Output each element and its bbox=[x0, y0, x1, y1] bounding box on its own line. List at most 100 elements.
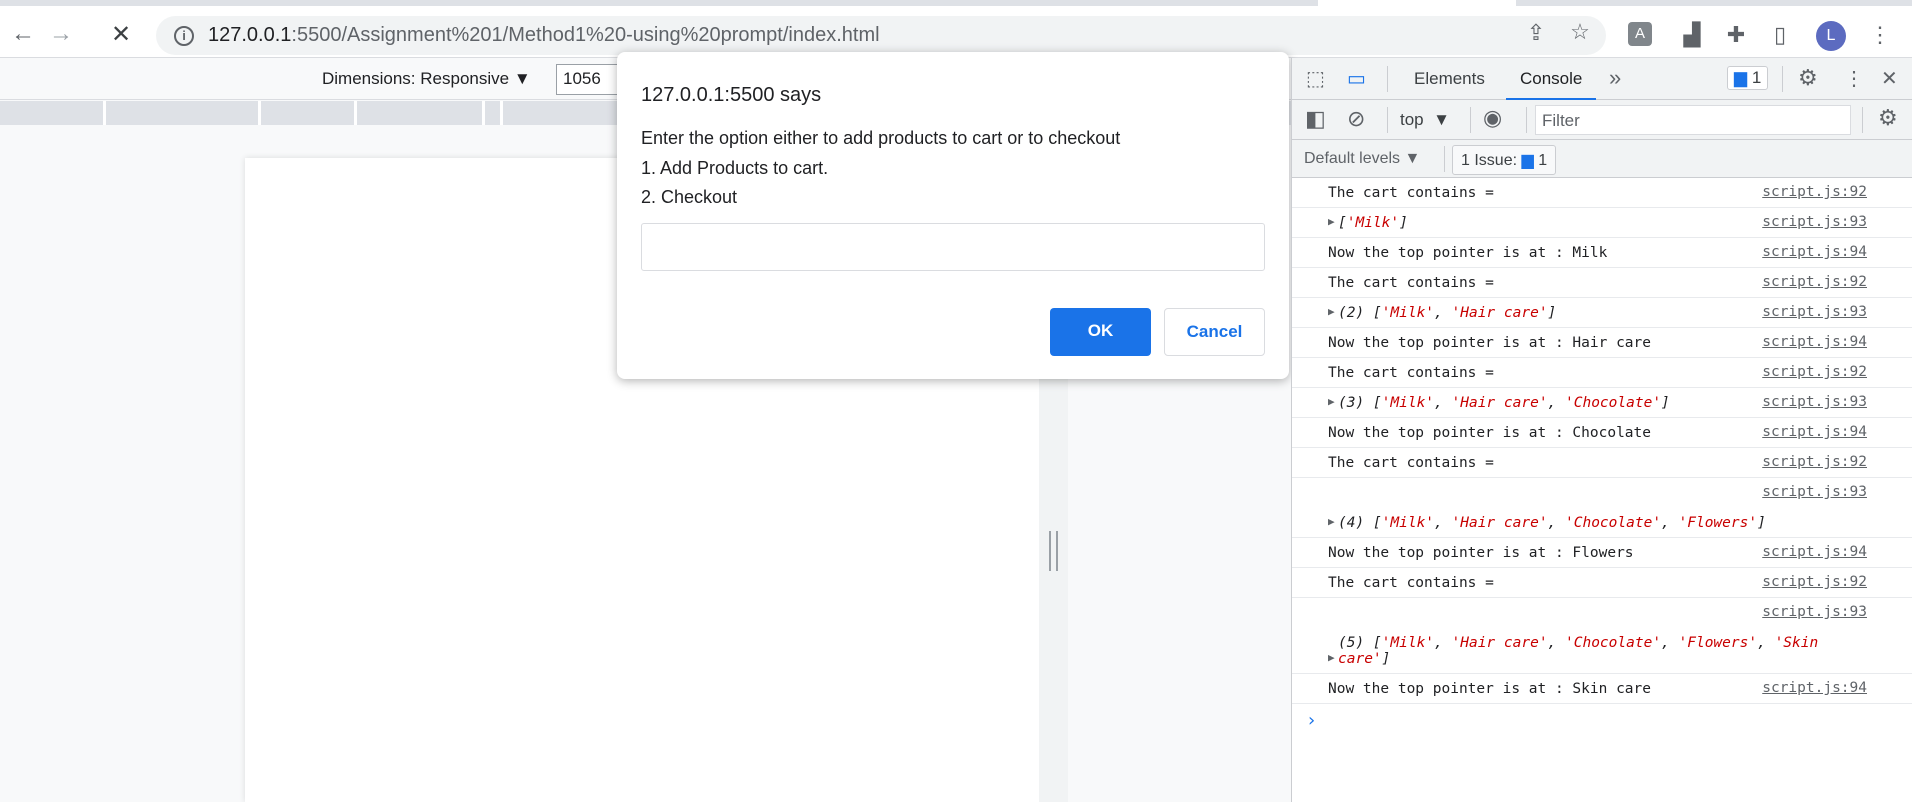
console-message-text: The cart contains = bbox=[1328, 455, 1494, 471]
browser-toolbar: ← → ✕ i 127.0.0.1:5500/Assignment%201/Me… bbox=[0, 6, 1912, 58]
close-devtools-icon[interactable]: ✕ bbox=[1881, 66, 1898, 91]
console-prompt[interactable]: › bbox=[1292, 704, 1912, 737]
context-label: top bbox=[1400, 110, 1424, 129]
dimensions-dropdown[interactable]: Dimensions: Responsive ▼ bbox=[322, 69, 531, 89]
url-host: 127.0.0.1 bbox=[208, 24, 292, 46]
expand-triangle-icon[interactable]: ▶ bbox=[1328, 395, 1335, 408]
prompt-input[interactable] bbox=[641, 223, 1265, 271]
more-tabs-icon[interactable]: » bbox=[1609, 65, 1621, 91]
site-info-icon[interactable]: i bbox=[174, 25, 194, 46]
source-link[interactable]: script.js:94 bbox=[1762, 680, 1867, 696]
resize-handle[interactable] bbox=[1049, 531, 1058, 571]
console-message: The cart contains = script.js:92 bbox=[1292, 448, 1912, 478]
clear-console-icon[interactable]: ⊘ bbox=[1347, 106, 1365, 132]
console-settings-icon[interactable]: ⚙ bbox=[1878, 105, 1898, 131]
console-message: ▶ ['Milk'] script.js:93 bbox=[1292, 208, 1912, 238]
array-item: 'Milk' bbox=[1381, 305, 1435, 321]
devtools-panel: ⬚ ▭ Elements Console » ▆ 1 ⚙ ⋮ ✕ ◧ ⊘ top… bbox=[1291, 58, 1912, 802]
console-message-text: The cart contains = bbox=[1328, 575, 1494, 591]
stop-loading-icon[interactable]: ✕ bbox=[106, 20, 136, 49]
array-length: (4) bbox=[1338, 515, 1373, 531]
source-link[interactable]: script.js:93 bbox=[1762, 214, 1867, 230]
source-link[interactable]: script.js:93 bbox=[1762, 394, 1867, 410]
back-icon[interactable]: ← bbox=[8, 20, 38, 48]
array-item: 'Flowers' bbox=[1678, 635, 1758, 651]
console-toolbar: ◧ ⊘ top ▼ ◉ Filter ⚙ bbox=[1292, 100, 1912, 140]
console-message-text: The cart contains = bbox=[1328, 185, 1494, 201]
source-link[interactable]: script.js:94 bbox=[1762, 424, 1867, 440]
source-link[interactable]: script.js:92 bbox=[1762, 274, 1867, 290]
dialog-message-line: 2. Checkout bbox=[641, 187, 738, 207]
expand-triangle-icon[interactable]: ▶ bbox=[1328, 305, 1335, 318]
source-link[interactable]: script.js:93 bbox=[1762, 304, 1867, 320]
issues-count: 1 bbox=[1538, 152, 1548, 169]
live-expression-eye-icon[interactable]: ◉ bbox=[1483, 105, 1502, 131]
inspect-element-icon[interactable]: ⬚ bbox=[1306, 66, 1325, 91]
console-message: Now the top pointer is at : Flowers scrip… bbox=[1292, 538, 1912, 568]
sidebar-toggle-icon[interactable]: ◧ bbox=[1305, 106, 1326, 132]
source-link[interactable]: script.js:92 bbox=[1762, 364, 1867, 380]
expand-triangle-icon[interactable]: ▶ bbox=[1328, 515, 1335, 528]
filter-input[interactable]: Filter bbox=[1535, 105, 1851, 135]
array-item: 'Chocolate' bbox=[1565, 395, 1662, 411]
cancel-button[interactable]: Cancel bbox=[1164, 308, 1265, 356]
source-link[interactable]: script.js:94 bbox=[1762, 244, 1867, 260]
share-icon[interactable]: ⇪ bbox=[1522, 20, 1550, 46]
console-message: The cart contains = script.js:92 bbox=[1292, 268, 1912, 298]
console-message: Now the top pointer is at : Skin care scr… bbox=[1292, 674, 1912, 704]
browser-menu-icon[interactable]: ⋮ bbox=[1866, 22, 1894, 48]
console-message: Now the top pointer is at : Hair care scr… bbox=[1292, 328, 1912, 358]
width-input[interactable]: 1056 bbox=[556, 64, 626, 95]
console-array[interactable]: (5) ['Milk', 'Hair care', 'Chocolate', '… bbox=[1338, 635, 1858, 667]
profile-avatar[interactable]: L bbox=[1816, 21, 1846, 51]
expand-triangle-icon[interactable]: ▶ bbox=[1328, 651, 1335, 664]
console-message: Now the top pointer is at : Chocolate scr… bbox=[1292, 418, 1912, 448]
dialog-message-line: Enter the option either to add products … bbox=[641, 128, 1121, 148]
array-item: 'Chocolate' bbox=[1565, 515, 1662, 531]
array-length: (2) bbox=[1338, 305, 1373, 321]
array-item: 'Milk' bbox=[1346, 215, 1400, 231]
device-toggle-icon[interactable]: ▭ bbox=[1347, 66, 1366, 91]
devtools-tabbar: ⬚ ▭ Elements Console » ▆ 1 ⚙ ⋮ ✕ bbox=[1292, 58, 1912, 101]
bookmark-star-icon[interactable]: ☆ bbox=[1566, 19, 1594, 45]
extensions-puzzle-icon[interactable]: ✚ bbox=[1722, 22, 1750, 48]
source-link[interactable]: script.js:94 bbox=[1762, 544, 1867, 560]
forward-icon[interactable]: → bbox=[46, 20, 76, 48]
dialog-title: 127.0.0.1:5500 says bbox=[641, 84, 822, 106]
analytics-extension-icon[interactable]: ▟ bbox=[1678, 22, 1706, 48]
console-message: The cart contains = script.js:92 bbox=[1292, 358, 1912, 388]
array-item: 'Hair care' bbox=[1451, 395, 1548, 411]
array-item: 'Hair care' bbox=[1451, 515, 1548, 531]
array-item: 'Milk' bbox=[1381, 395, 1435, 411]
context-selector[interactable]: top ▼ bbox=[1400, 110, 1450, 130]
source-link[interactable]: script.js:94 bbox=[1762, 334, 1867, 350]
messages-badge[interactable]: ▆ 1 bbox=[1727, 66, 1769, 90]
console-message-text: The cart contains = bbox=[1328, 365, 1494, 381]
address-bar[interactable]: i 127.0.0.1:5500/Assignment%201/Method1%… bbox=[156, 16, 1606, 55]
console-message: Now the top pointer is at : Milk script.j… bbox=[1292, 238, 1912, 268]
console-message-text: Now the top pointer is at : Skin care bbox=[1328, 681, 1652, 697]
side-panel-icon[interactable]: ▯ bbox=[1766, 22, 1794, 48]
source-link[interactable]: script.js:93 bbox=[1762, 484, 1867, 500]
log-levels-dropdown[interactable]: Default levels ▼ bbox=[1304, 150, 1420, 168]
issues-button[interactable]: 1 Issue: ▆ 1 bbox=[1452, 145, 1557, 175]
message-icon: ▆ bbox=[1734, 68, 1748, 87]
array-item: 'Flowers' bbox=[1678, 515, 1758, 531]
more-options-icon[interactable]: ⋮ bbox=[1844, 66, 1864, 91]
console-message: The cart contains = script.js:92 bbox=[1292, 568, 1912, 598]
pdf-extension-icon[interactable]: A bbox=[1628, 22, 1652, 46]
source-link[interactable]: script.js:93 bbox=[1762, 604, 1867, 620]
array-length: (3) bbox=[1338, 395, 1373, 411]
expand-triangle-icon[interactable]: ▶ bbox=[1328, 215, 1335, 228]
settings-gear-icon[interactable]: ⚙ bbox=[1798, 65, 1818, 91]
source-link[interactable]: script.js:92 bbox=[1762, 184, 1867, 200]
array-length: (5) bbox=[1338, 635, 1373, 651]
tab-console[interactable]: Console bbox=[1506, 69, 1597, 101]
array-item: 'Hair care' bbox=[1451, 305, 1548, 321]
ok-button[interactable]: OK bbox=[1050, 308, 1151, 356]
issues-label: 1 Issue: bbox=[1461, 152, 1518, 169]
console-array[interactable]: (4) ['Milk', 'Hair care', 'Chocolate', '… bbox=[1338, 515, 1858, 531]
source-link[interactable]: script.js:92 bbox=[1762, 454, 1867, 470]
tab-elements[interactable]: Elements bbox=[1414, 69, 1485, 89]
source-link[interactable]: script.js:92 bbox=[1762, 574, 1867, 590]
